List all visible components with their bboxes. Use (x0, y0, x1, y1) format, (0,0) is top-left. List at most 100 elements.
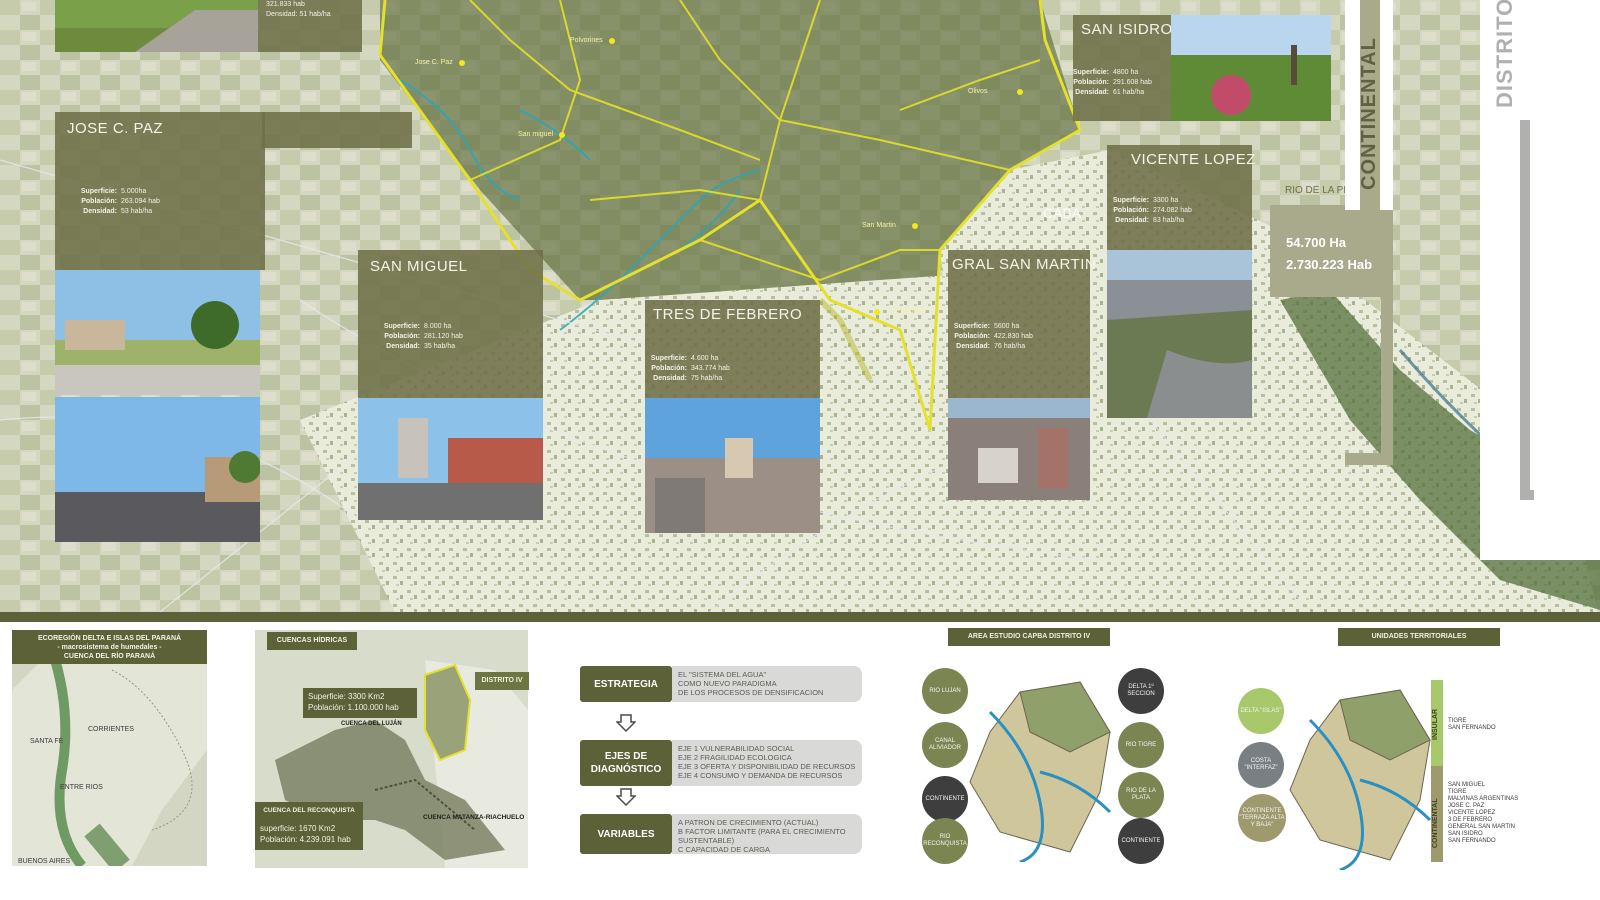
district-panel-vicente-lopez: VICENTE LOPEZ Superficie: 3300 ha Poblaci… (1107, 145, 1255, 250)
district-photo-tres-de-febrero (645, 398, 820, 533)
district-stats: Superficie: 4800 ha Población: 291.608 hab… (1067, 68, 1152, 98)
flow-step-ejes: EJES DE DIAGNÓSTICO (580, 740, 672, 786)
ecoregion-title-line1: ECOREGIÓN DELTA E ISLAS DEL PARANÁ (37, 635, 182, 642)
lujan-poblacion: Población: 1.100.000 hab (308, 703, 399, 712)
partial-district-panel: 321.833 hab Densidad: 51 hab/ha (258, 0, 362, 52)
jose-c-paz-pointer (262, 112, 412, 148)
tres-de-febrero-label: 3 de Febrero (886, 308, 927, 315)
location-dot-icon (1017, 88, 1024, 95)
bubble-rio-reconquista: RIO RECONQUISTA (922, 818, 968, 864)
total-area: 54.700 Ha (1286, 235, 1346, 250)
district-photo-san-miguel (358, 398, 543, 520)
densidad-label: Densidad: (83, 208, 117, 215)
continental-label: CONTINENTAL (1432, 798, 1439, 848)
map-label-san-miguel: San miguel (518, 131, 566, 138)
location-dot-icon (911, 222, 918, 229)
densidad-label: Densidad: (956, 343, 990, 350)
district-title: TRES DE FEBRERO (653, 306, 803, 323)
lujan-superficie: Superficie: 3300 Km2 (308, 692, 385, 701)
district-panel-gral-san-martin: GRAL SAN MARTIN Superficie: 5600 ha Pobla… (948, 250, 1096, 398)
continental-item: VICENTE LOPEZ (1448, 810, 1496, 816)
area-estudio-title: AREA ESTUDIO CAPBA DISTRITO IV (948, 628, 1110, 646)
continental-item: SAN ISIDRO (1448, 831, 1483, 837)
polvorines-label: Polvorines (570, 37, 603, 44)
jose-c-paz-label: Jose C. Paz (415, 59, 453, 66)
densidad-label: Densidad: (1115, 217, 1149, 224)
poblacion-label: Población: (954, 333, 990, 340)
location-dot-icon (608, 37, 615, 44)
bubble-costa-interfaz: COSTA "INTERFAZ" (1238, 742, 1284, 788)
poblacion-value: 281.120 hab (424, 333, 463, 340)
arrow-down-icon (616, 714, 636, 732)
flow-line: COMO NUEVO PARADIGMA (678, 679, 777, 688)
district-photo-jose-c-paz-2 (55, 397, 260, 542)
continental-item: 3 DE FEBRERO (1448, 817, 1493, 823)
district-panel-san-miguel: SAN MIGUEL Superficie: 8.000 ha Población… (358, 250, 543, 398)
district-photo-jose-c-paz-1 (55, 270, 260, 395)
poblacion-value: 263.094 hab (121, 198, 160, 205)
district-stats: Superficie: 5.000ha Población: 263.094 hab… (75, 187, 160, 217)
densidad-value: 76 hab/ha (994, 343, 1026, 350)
densidad-label: Densidad: (386, 343, 420, 350)
flow-line: C CAPACIDAD DE CARGA (678, 845, 770, 854)
continental-item: SAN MIGUEL (1448, 782, 1486, 788)
densidad-value: 35 hab/ha (424, 343, 456, 350)
ecoregion-map-graphic (12, 630, 207, 873)
location-dot-icon (874, 308, 880, 315)
superficie-label: Superficie: (953, 323, 990, 330)
district-title: VICENTE LOPEZ (1131, 151, 1256, 168)
poblacion-label: Población: (1073, 79, 1109, 86)
insular-label: INSULAR (1432, 708, 1439, 740)
lujan-stats: Superficie: 3300 Km2 Población: 1.100.00… (303, 688, 417, 718)
continental-bracket (1345, 210, 1393, 465)
flow-line: EJE 4 CONSUMO Y DEMANDA DE RECURSOS (678, 771, 843, 780)
distrito-iv-tag: DISTRITO IV (475, 672, 529, 690)
location-dot-icon (559, 131, 566, 138)
superficie-label: Superficie: (80, 188, 117, 195)
poblacion-label: Población: (651, 365, 687, 372)
flow-step-variables: VARIABLES (580, 814, 672, 854)
reconquista-stats: superficie: 1670 Km2 Población: 4.239.09… (255, 820, 363, 850)
ecoregion-map: ECOREGIÓN DELTA E ISLAS DEL PARANÁ - mac… (12, 630, 207, 873)
densidad-value: 53 hab/ha (121, 208, 153, 215)
bubble-rio-tigre: RIO TIGRE (1118, 722, 1164, 768)
poblacion-label: Población: (384, 333, 420, 340)
bubble-delta-islas: DELTA "ISLAS" (1238, 688, 1284, 734)
densidad-label: Densidad: (1075, 89, 1109, 96)
superficie-label: Superficie: (1112, 197, 1149, 204)
district-stats: Superficie: 3300 ha Población: 274.082 hab… (1107, 196, 1192, 226)
superficie-label: Superficie: (383, 323, 420, 330)
district-title: SAN MIGUEL (370, 258, 468, 275)
matanza-name: CUENCA MATANZA-RIACHUELO (423, 814, 525, 821)
district-photo-san-isidro (1171, 15, 1331, 121)
superficie-value: 4.600 ha (691, 355, 719, 362)
continental-list: SAN MIGUEL TIGRE MALVINAS ARGENTINAS JOS… (1448, 782, 1518, 845)
superficie-value: 3300 ha (1153, 197, 1179, 204)
label-santa-fe: SANTA FE (30, 738, 64, 745)
flow-line: B FACTOR LIMITANTE (PARA EL CRECIMIENTO … (678, 827, 846, 845)
cuencas-map: CUENCAS HÍDRICAS DISTRITO IV Superficie:… (255, 630, 529, 868)
district-stats: Superficie: 4.600 ha Población: 343.774 ha… (645, 354, 730, 384)
district-stats: Superficie: 5600 ha Población: 422.830 hab… (948, 322, 1033, 352)
bubble-continente-terraza: CONTINENTE "TERRAZA ALTA Y BAJA" (1238, 794, 1286, 842)
label-buenos-aires: BUENOS AIRES (18, 858, 71, 865)
bubble-continente-right: CONTINENTE (1118, 818, 1164, 864)
flow-text-ejes: EJE 1 VULNERABILIDAD SOCIAL EJE 2 FRAGIL… (672, 740, 862, 786)
flow-text-estrategia: EL "SISTEMA DEL AGUA" COMO NUEVO PARADIG… (672, 666, 862, 702)
ecoregion-title-line3: CUENCA DEL RÍO PARANÁ (63, 653, 156, 660)
superficie-value: 5600 ha (994, 323, 1020, 330)
continental-item: GENERAL SAN MARTIN (1448, 824, 1516, 830)
superficie-value: 5.000ha (121, 188, 147, 195)
san-martin-label: San Martin (862, 222, 896, 229)
poblacion-value: 343.774 hab (691, 365, 730, 372)
continental-item: JOSE C. PAZ (1448, 803, 1485, 809)
district-panel-tres-de-febrero: TRES DE FEBRERO Superficie: 4.600 ha Pobl… (645, 300, 820, 398)
map-label-caba: CABA (1043, 205, 1082, 221)
map-label-polvorines: Polvorines (570, 37, 615, 44)
map-label-san-martin: San Martin (862, 222, 918, 229)
san-miguel-label: San miguel (518, 131, 554, 138)
continental-item: SAN FERNANDO (1448, 838, 1496, 844)
densidad-value: 83 hab/ha (1153, 217, 1185, 224)
label-corrientes: CORRIENTES (88, 726, 134, 733)
district-title: SAN ISIDRO (1081, 21, 1173, 38)
